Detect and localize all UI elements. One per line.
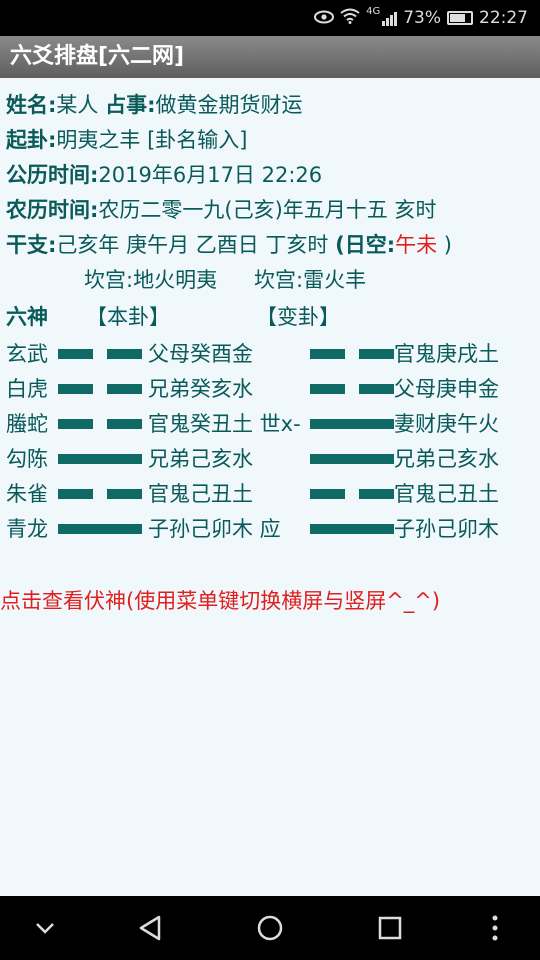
bian-line-text: 兄弟己亥水 — [394, 447, 499, 471]
more-icon[interactable] — [470, 896, 520, 960]
yao-line: 青龙 子孙己卯木 应 子孙己卯木 — [0, 514, 540, 544]
bian-yang-bar — [310, 454, 394, 464]
ben-yang-bar — [58, 524, 142, 534]
bian-yin-bar-segment — [359, 384, 394, 394]
battery-percent: 73% — [403, 8, 441, 28]
bian-yin-bar-segment — [310, 349, 345, 359]
info-ganzhi: 干支:己亥年 庚午月 乙酉日 丁亥时 (日空:午未 ) — [6, 230, 452, 260]
bian-line-text: 父母庚申金 — [394, 377, 499, 401]
wifi-icon — [340, 8, 360, 28]
ganzhi-value: 己亥年 庚午月 乙酉日 丁亥时 — [56, 233, 336, 257]
bian-line-text: 子孙己卯木 — [394, 517, 499, 541]
clock: 22:27 — [479, 8, 528, 28]
ben-yin-bar-segment — [58, 349, 93, 359]
bian-yin-bar-segment — [359, 489, 394, 499]
rikong-label: 日空: — [344, 233, 396, 257]
ben-line-text: 兄弟己亥水 — [148, 447, 253, 471]
ben-yin-bar-segment — [107, 349, 142, 359]
name-label: 姓名: — [6, 93, 57, 117]
ben-line-text: 官鬼己丑土 — [148, 482, 253, 506]
yao-line: 玄武 父母癸酉金 官鬼庚戌土 — [0, 339, 540, 369]
ben-yang-bar — [58, 454, 142, 464]
bian-yang-bar — [310, 524, 394, 534]
yao-line: 朱雀 官鬼己丑土 官鬼己丑土 — [0, 479, 540, 509]
signal-icon — [382, 10, 398, 26]
bian-line-text: 妻财庚午火 — [394, 412, 499, 436]
yao-line: 螣蛇 官鬼癸丑土 世x- 妻财庚午火 — [0, 409, 540, 439]
qigua-label: 起卦: — [6, 128, 57, 152]
palace-bian: 坎宫:雷火丰 — [254, 268, 367, 292]
ben-line-text: 官鬼癸丑土 世x- — [148, 412, 301, 436]
battery-icon — [447, 11, 473, 25]
yao-line: 勾陈 兄弟己亥水 兄弟己亥水 — [0, 444, 540, 474]
network-type-label: 4G — [366, 6, 381, 17]
liushen-label: 朱雀 — [6, 482, 48, 506]
nav-bar — [0, 896, 540, 960]
ben-line-text: 兄弟癸亥水 — [148, 377, 253, 401]
rikong-open: ( — [335, 233, 345, 257]
ganzhi-label: 干支: — [6, 233, 57, 257]
back-icon[interactable] — [125, 896, 175, 960]
chart-content: 姓名:某人 占事:做黄金期货财运 起卦:明夷之丰 [卦名输入] 公历时间:201… — [0, 78, 540, 896]
rikong-close: ) — [437, 233, 452, 257]
yao-line: 白虎 兄弟癸亥水 父母庚申金 — [0, 374, 540, 404]
palace-ben: 坎宫:地火明夷 — [84, 268, 218, 292]
liushen-label: 青龙 — [6, 517, 48, 541]
title-bar: 六爻排盘[六二网] — [0, 36, 540, 78]
bian-yin-bar-segment — [359, 349, 394, 359]
ben-line-text: 子孙己卯木 应 — [148, 517, 281, 541]
ben-yin-bar-segment — [58, 419, 93, 429]
app-title: 六爻排盘[六二网] — [10, 44, 185, 69]
ben-yin-bar-segment — [58, 384, 93, 394]
status-bar: 4G 73% 22:27 — [0, 0, 540, 36]
ben-line-text: 父母癸酉金 — [148, 342, 253, 366]
info-nongli: 农历时间:农历二零一九(己亥)年五月十五 亥时 — [6, 195, 436, 225]
liushen-label: 勾陈 — [6, 447, 48, 471]
gongli-value: 2019年6月17日 22:26 — [98, 163, 323, 187]
gongli-label: 公历时间: — [6, 163, 99, 187]
liushen-header: 六神 — [6, 305, 48, 329]
bian-yin-bar-segment — [310, 489, 345, 499]
matter-label: 占事: — [105, 93, 156, 117]
bian-yang-bar — [310, 419, 394, 429]
recents-icon[interactable] — [365, 896, 415, 960]
home-icon[interactable] — [245, 896, 295, 960]
name-value: 某人 — [56, 93, 99, 117]
liushen-label: 白虎 — [6, 377, 48, 401]
liushen-label: 螣蛇 — [6, 412, 48, 436]
liushen-label: 玄武 — [6, 342, 48, 366]
info-qigua[interactable]: 起卦:明夷之丰 [卦名输入] — [6, 125, 247, 155]
ben-yin-bar-segment — [107, 384, 142, 394]
nongli-label: 农历时间: — [6, 198, 99, 222]
rikong-value: 午未 — [395, 233, 438, 257]
info-name-matter: 姓名:某人 占事:做黄金期货财运 — [6, 90, 303, 120]
qigua-value[interactable]: 明夷之丰 [卦名输入] — [56, 128, 247, 152]
view-fushen-link[interactable]: 点击查看伏神(使用菜单键切换横屏与竖屏^_^) — [0, 586, 440, 616]
ben-yin-bar-segment — [107, 489, 142, 499]
bian-yin-bar-segment — [310, 384, 345, 394]
ben-yin-bar-segment — [107, 419, 142, 429]
bengua-header: 【本卦】 — [86, 305, 170, 329]
info-gongli: 公历时间:2019年6月17日 22:26 — [6, 160, 322, 190]
chevron-down-icon[interactable] — [20, 896, 70, 960]
eye-comfort-icon — [314, 9, 335, 28]
bian-line-text: 官鬼己丑土 — [394, 482, 499, 506]
ben-yin-bar-segment — [58, 489, 93, 499]
nongli-value: 农历二零一九(己亥)年五月十五 亥时 — [98, 198, 437, 222]
biangua-header: 【变卦】 — [256, 305, 340, 329]
bian-line-text: 官鬼庚戌土 — [394, 342, 499, 366]
matter-value: 做黄金期货财运 — [155, 93, 303, 117]
